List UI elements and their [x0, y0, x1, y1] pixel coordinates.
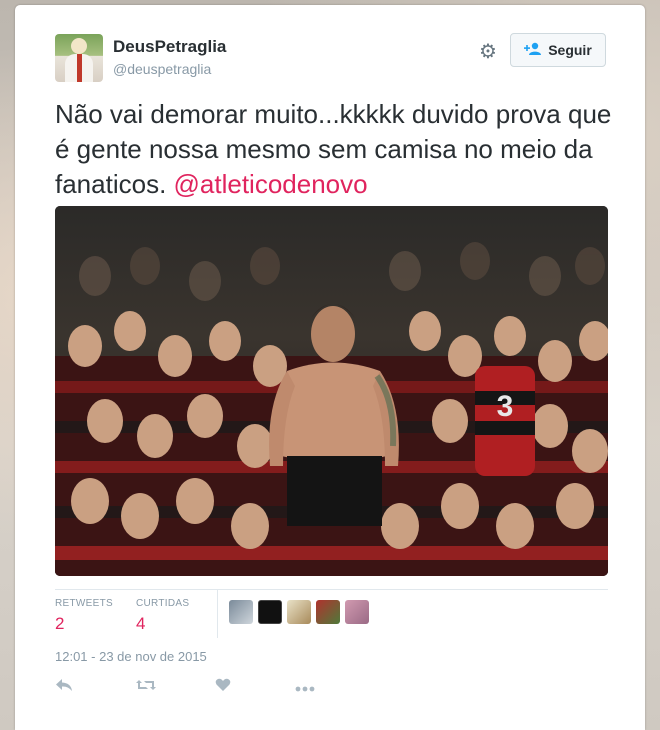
crowd-photo: 3	[55, 206, 608, 576]
user-handle[interactable]: @deuspetraglia	[113, 61, 211, 77]
liker-avatar[interactable]	[287, 600, 311, 624]
tweet-card: DeusPetraglia @deuspetraglia ⚙ Seguir Nã…	[15, 5, 645, 730]
liker-avatar[interactable]	[316, 600, 340, 624]
avatar-sash	[77, 54, 82, 82]
svg-text:3: 3	[497, 390, 514, 423]
reply-icon[interactable]	[55, 677, 135, 697]
likes-stat[interactable]: CURTIDAS 4	[136, 598, 189, 634]
stats-divider	[217, 590, 218, 638]
follow-button[interactable]: Seguir	[510, 33, 606, 67]
more-icon[interactable]	[295, 677, 375, 697]
liker-avatar[interactable]	[258, 600, 282, 624]
follow-user-icon	[524, 42, 542, 59]
tweet-stats: RETWEETS 2 CURTIDAS 4	[55, 589, 608, 644]
likes-count: 4	[136, 614, 146, 633]
avatar[interactable]	[55, 34, 103, 82]
likers-avatars	[229, 600, 369, 624]
liker-avatar[interactable]	[229, 600, 253, 624]
tweet-photo[interactable]: 3	[55, 206, 608, 576]
liker-avatar[interactable]	[345, 600, 369, 624]
likes-label: CURTIDAS	[136, 598, 190, 609]
tweet-timestamp[interactable]: 12:01 - 23 de nov de 2015	[55, 649, 207, 664]
tweet-text: Não vai demorar muito...kkkkk duvido pro…	[55, 97, 615, 202]
heart-icon[interactable]	[215, 677, 295, 697]
mention-link[interactable]: @atleticodenovo	[174, 169, 368, 199]
avatar-halo	[71, 38, 87, 54]
retweets-label: RETWEETS	[55, 598, 113, 609]
retweets-count: 2	[55, 614, 65, 633]
follow-button-label: Seguir	[548, 42, 592, 58]
retweets-stat[interactable]: RETWEETS 2	[55, 598, 113, 634]
tweet-actions	[55, 677, 375, 697]
retweet-icon[interactable]	[135, 677, 215, 697]
gear-icon[interactable]: ⚙	[477, 41, 499, 63]
display-name[interactable]: DeusPetraglia	[113, 37, 226, 57]
